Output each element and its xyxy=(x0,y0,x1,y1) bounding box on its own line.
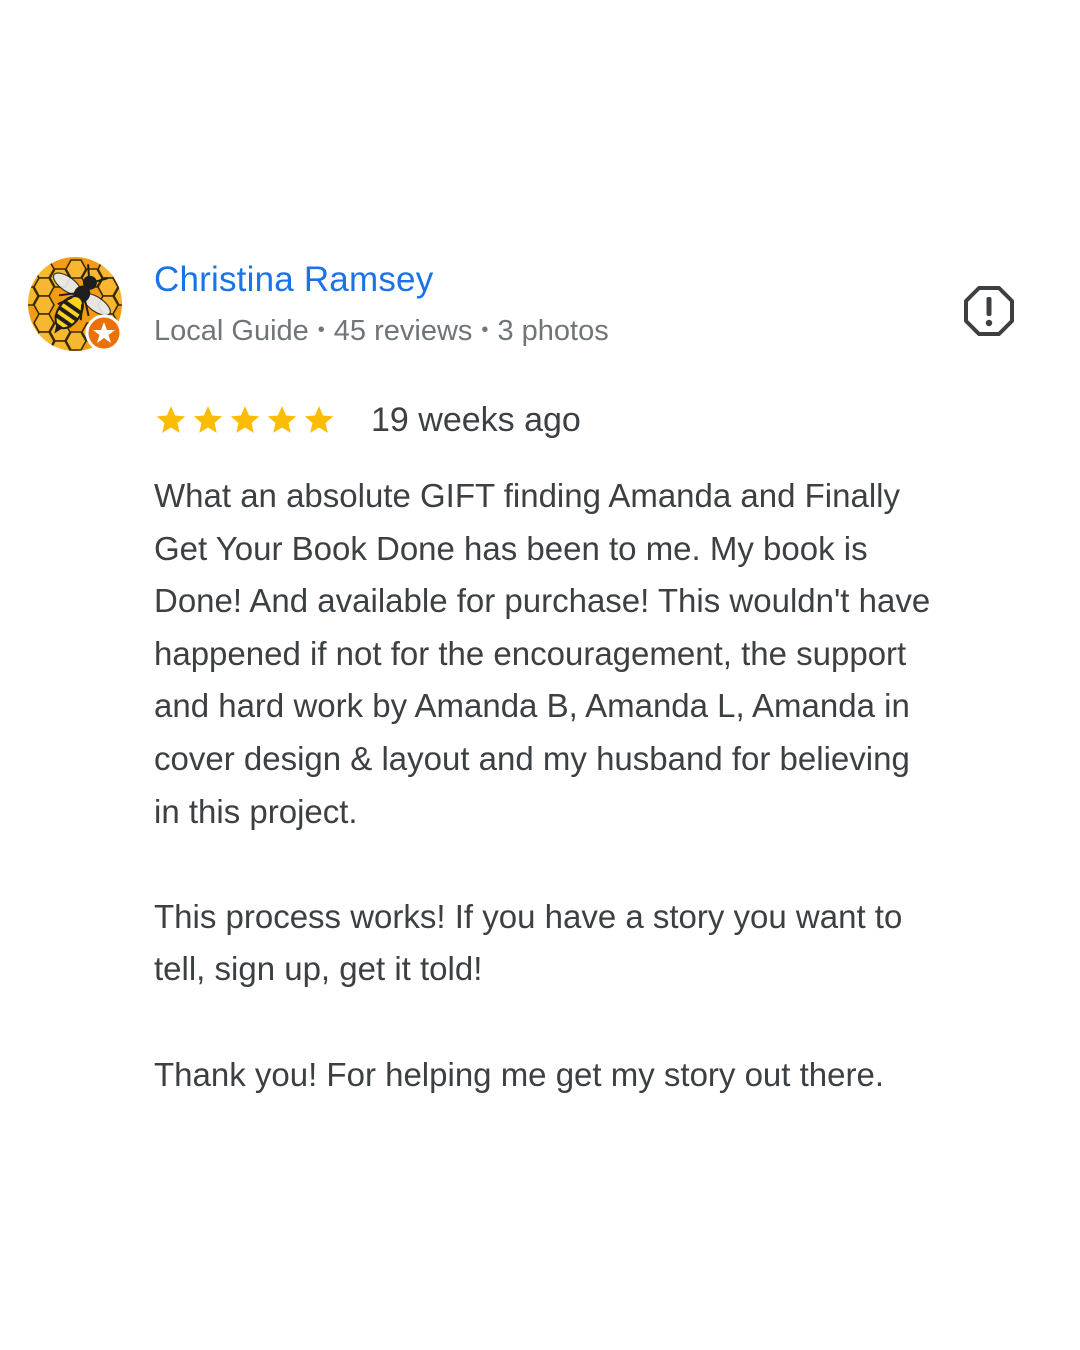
photos-count: 3 photos xyxy=(497,315,609,347)
star-icon xyxy=(267,406,297,433)
report-review-button[interactable] xyxy=(962,284,1016,338)
author-name[interactable]: Christina Ramsey xyxy=(154,258,433,302)
avatar[interactable] xyxy=(27,256,123,352)
rating-row: 19 weeks ago xyxy=(154,398,581,442)
star-rating xyxy=(154,403,339,437)
review-paragraph: This process works! If you have a story … xyxy=(154,897,903,988)
star-icon xyxy=(230,406,260,433)
star-icon xyxy=(193,406,223,433)
reviews-count: 45 reviews xyxy=(333,315,473,347)
author-meta: Local Guide • 45 reviews • 3 photos xyxy=(154,310,609,351)
meta-separator: • xyxy=(481,319,489,341)
meta-separator: • xyxy=(317,319,325,341)
star-icon xyxy=(156,406,186,433)
review-paragraph: What an absolute GIFT finding Amanda and… xyxy=(154,477,931,830)
review-card: Christina Ramsey Local Guide • 45 reviews •… xyxy=(0,0,1080,1350)
review-timestamp: 19 weeks ago xyxy=(371,401,581,439)
report-icon xyxy=(964,286,1014,336)
review-paragraph: Thank you! For helping me get my story o… xyxy=(154,1055,885,1093)
wasp-avatar-icon xyxy=(28,257,123,352)
author-role: Local Guide xyxy=(154,315,309,347)
review-text: What an absolute GIFT finding Amanda and… xyxy=(154,470,1054,1101)
star-icon xyxy=(304,406,334,433)
local-guide-badge-icon xyxy=(85,314,123,352)
